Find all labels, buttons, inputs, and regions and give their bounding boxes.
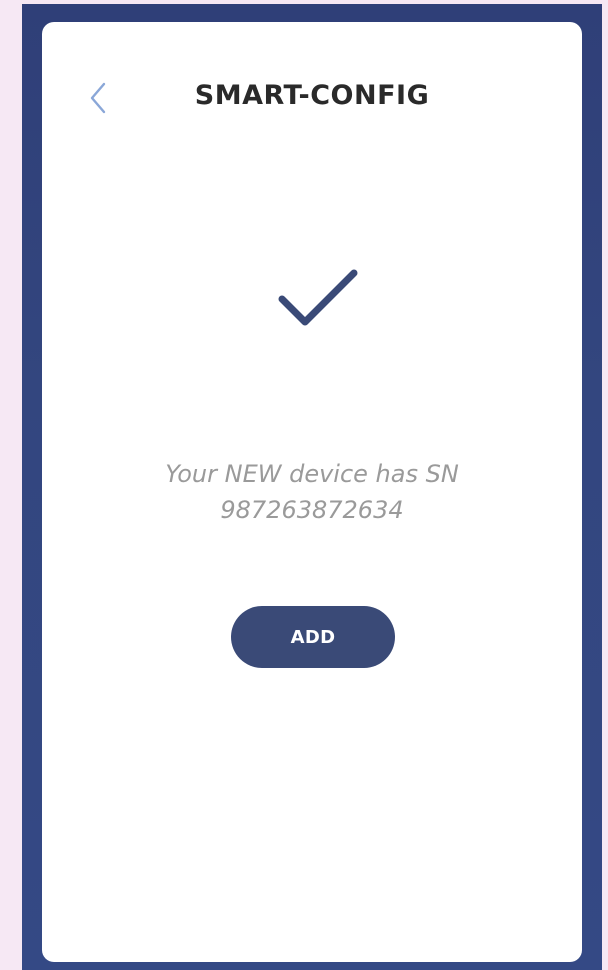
message-line: Your NEW device has SN	[165, 460, 459, 488]
serial-number: 987263872634	[220, 496, 404, 524]
page-title: SMART-CONFIG	[194, 80, 430, 111]
device-sn-message: Your NEW device has SN 987263872634	[42, 456, 582, 528]
smart-config-card: SMART-CONFIG Your NEW device has SN 9872…	[42, 22, 582, 962]
checkmark-icon	[278, 269, 358, 326]
add-button[interactable]: ADD	[231, 606, 395, 668]
device-frame: SMART-CONFIG Your NEW device has SN 9872…	[22, 4, 602, 970]
